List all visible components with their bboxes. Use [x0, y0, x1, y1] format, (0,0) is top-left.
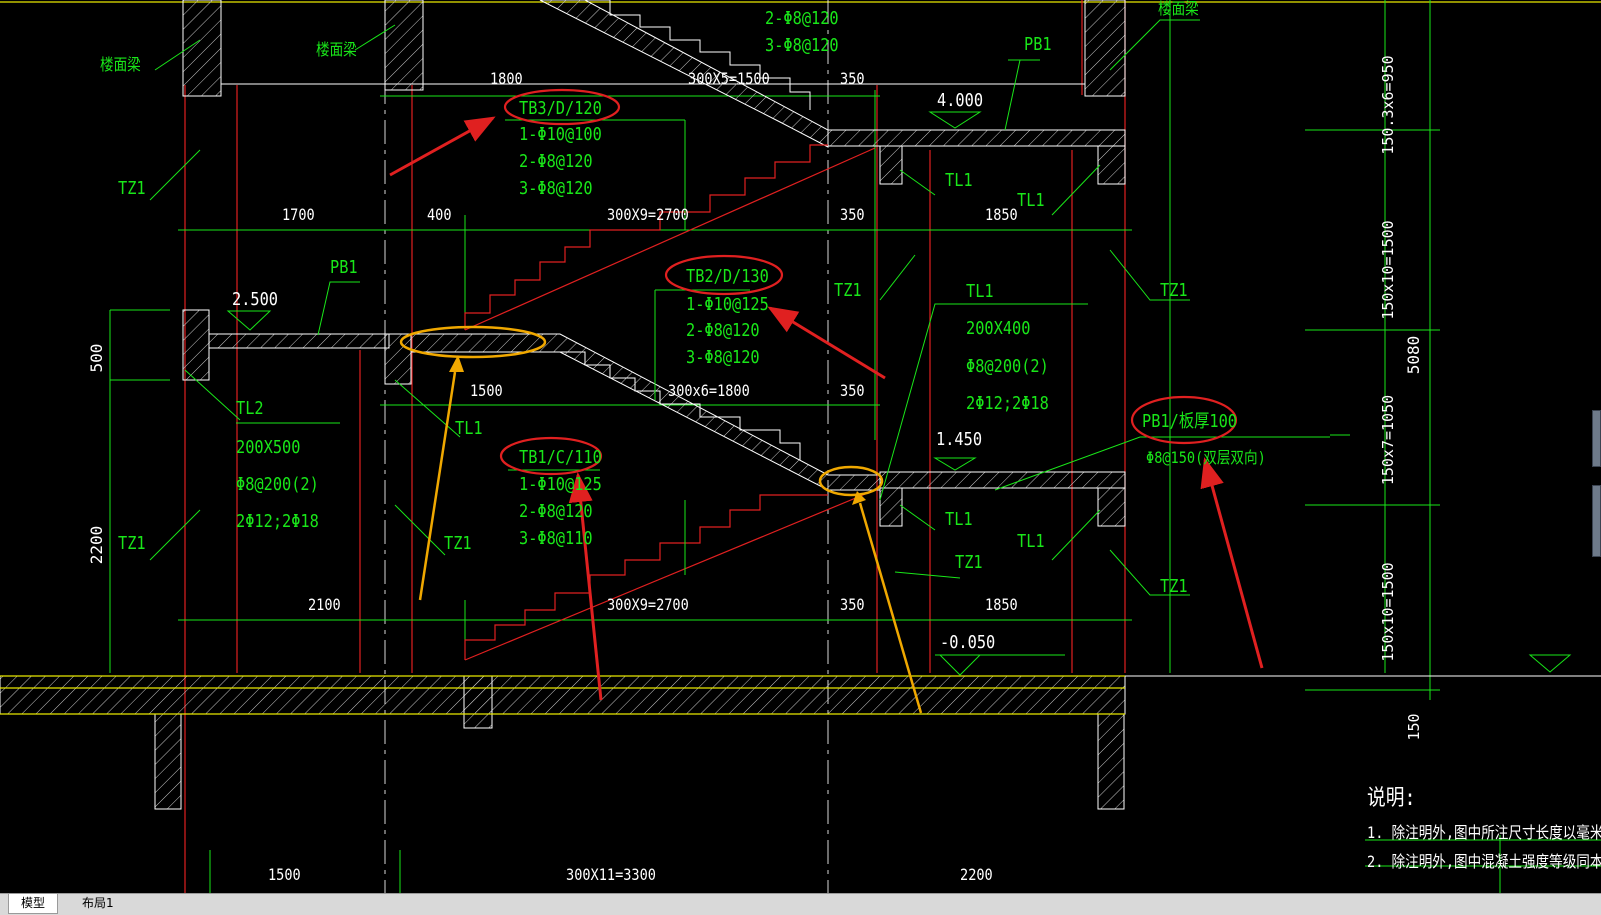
label-tb2r1: 1-Φ10@125	[686, 293, 769, 315]
label-d1500: 1500	[470, 382, 503, 400]
label-d400: 400	[427, 206, 452, 224]
label-d1850a: 1850	[985, 206, 1018, 224]
label-tl1a: TL1	[945, 169, 973, 191]
label-d500: 500	[87, 344, 106, 373]
label-tz1c: TZ1	[1160, 279, 1188, 301]
label-v4: 150x7=1050	[1379, 395, 1397, 485]
label-v1: 150.3x6=950	[1379, 55, 1397, 154]
label-tb2r3: 3-Φ8@120	[686, 346, 760, 368]
cad-drawing: 楼面梁楼面梁楼面梁2-Φ8@1203-Φ8@120 PB11800 300X5=15…	[0, 0, 1601, 893]
label-tl2: TL2	[236, 397, 264, 419]
label-tz1a: TZ1	[118, 177, 146, 199]
label-tb1r1: 1-Φ10@125	[519, 473, 602, 495]
label-v2: 150x10=1500	[1379, 220, 1397, 319]
label-b2200: 2200	[960, 866, 993, 884]
scrollbar-handle-lower[interactable]	[1592, 485, 1601, 557]
label-d1800: 1800	[490, 70, 523, 88]
label-a1: 2-Φ8@120	[765, 7, 839, 29]
label-n2: 2. 除注明外,图中混凝土强度等级同本层板的	[1367, 852, 1601, 871]
label-d350c: 350	[840, 382, 865, 400]
label-tl2r2: 2Φ12;2Φ18	[236, 510, 319, 532]
label-tl1r1: Φ8@200(2)	[966, 355, 1049, 377]
label-tl1b: TL1	[1017, 189, 1045, 211]
label-tb2r2: 2-Φ8@120	[686, 319, 760, 341]
label-tl1e: TL1	[945, 508, 973, 530]
label-el1450: 1.450	[936, 428, 982, 450]
layout-tab-bar: 模型 布局1	[0, 893, 1601, 915]
tab-model[interactable]: 模型	[8, 894, 59, 914]
label-tb3r1: 1-Φ10@100	[519, 123, 602, 145]
label-n1: 1. 除注明外,图中所注尺寸长度以毫米为	[1367, 823, 1601, 842]
label-pb1mid: PB1	[330, 256, 358, 278]
label-d350d: 350	[840, 596, 865, 614]
label-d300x9b: 300X9=2700	[607, 596, 689, 614]
label-tb2: TB2/D/130	[686, 265, 769, 287]
label-a2: 3-Φ8@120	[765, 34, 839, 56]
label-d2100: 2100	[308, 596, 341, 614]
label-tl1c: TL1	[966, 280, 994, 302]
label-lmb3: 楼面梁	[1158, 0, 1199, 18]
label-d1850b: 1850	[985, 596, 1018, 614]
label-tz1g: TZ1	[1160, 575, 1188, 597]
label-b300x11: 300X11=3300	[566, 866, 656, 884]
label-tl2sz: 200X500	[236, 436, 300, 458]
label-tz1f: TZ1	[955, 551, 983, 573]
label-pb1top: PB1	[1024, 33, 1052, 55]
tab-layout1[interactable]: 布局1	[70, 894, 126, 913]
label-lmb2: 楼面梁	[316, 41, 357, 59]
label-d350a: 350	[840, 70, 865, 88]
label-v6: 150	[1405, 713, 1423, 740]
scrollbar-handle-upper[interactable]	[1592, 410, 1601, 467]
label-v5: 150x10=1500	[1379, 562, 1397, 661]
label-pb1r: PB1/板厚100	[1142, 410, 1237, 432]
label-tl1d: TL1	[455, 417, 483, 439]
label-tb1r3: 3-Φ8@110	[519, 527, 593, 549]
label-tz1e: TZ1	[444, 532, 472, 554]
label-v3: 5080	[1404, 336, 1423, 375]
label-tl2r1: Φ8@200(2)	[236, 473, 319, 495]
label-elm0050: -0.050	[940, 631, 995, 653]
label-el2500: 2.500	[232, 288, 278, 310]
label-sm: 说明:	[1367, 785, 1416, 811]
label-d300x9a: 300X9=2700	[607, 206, 689, 224]
label-tl1r2: 2Φ12;2Φ18	[966, 392, 1049, 414]
label-d350b: 350	[840, 206, 865, 224]
label-tb1r2: 2-Φ8@120	[519, 500, 593, 522]
label-tb1: TB1/C/110	[519, 446, 602, 468]
label-tb3: TB3/D/120	[519, 97, 602, 119]
label-tz1d: TZ1	[118, 532, 146, 554]
label-tb3r2: 2-Φ8@120	[519, 150, 593, 172]
label-el4000: 4.000	[937, 89, 983, 111]
label-lmb1: 楼面梁	[100, 56, 141, 74]
label-d1700: 1700	[282, 206, 315, 224]
label-pb1rr: Φ8@150(双层双向)	[1146, 449, 1266, 467]
label-tl1f: TL1	[1017, 530, 1045, 552]
label-d300x5: 300X5=1500	[688, 70, 770, 88]
label-d300x6: 300x6=1800	[668, 382, 750, 400]
label-tb3r3: 3-Φ8@120	[519, 177, 593, 199]
label-tl1sz: 200X400	[966, 317, 1030, 339]
label-b1500: 1500	[268, 866, 301, 884]
label-d2200: 2200	[87, 526, 106, 565]
label-tz1b: TZ1	[834, 279, 862, 301]
